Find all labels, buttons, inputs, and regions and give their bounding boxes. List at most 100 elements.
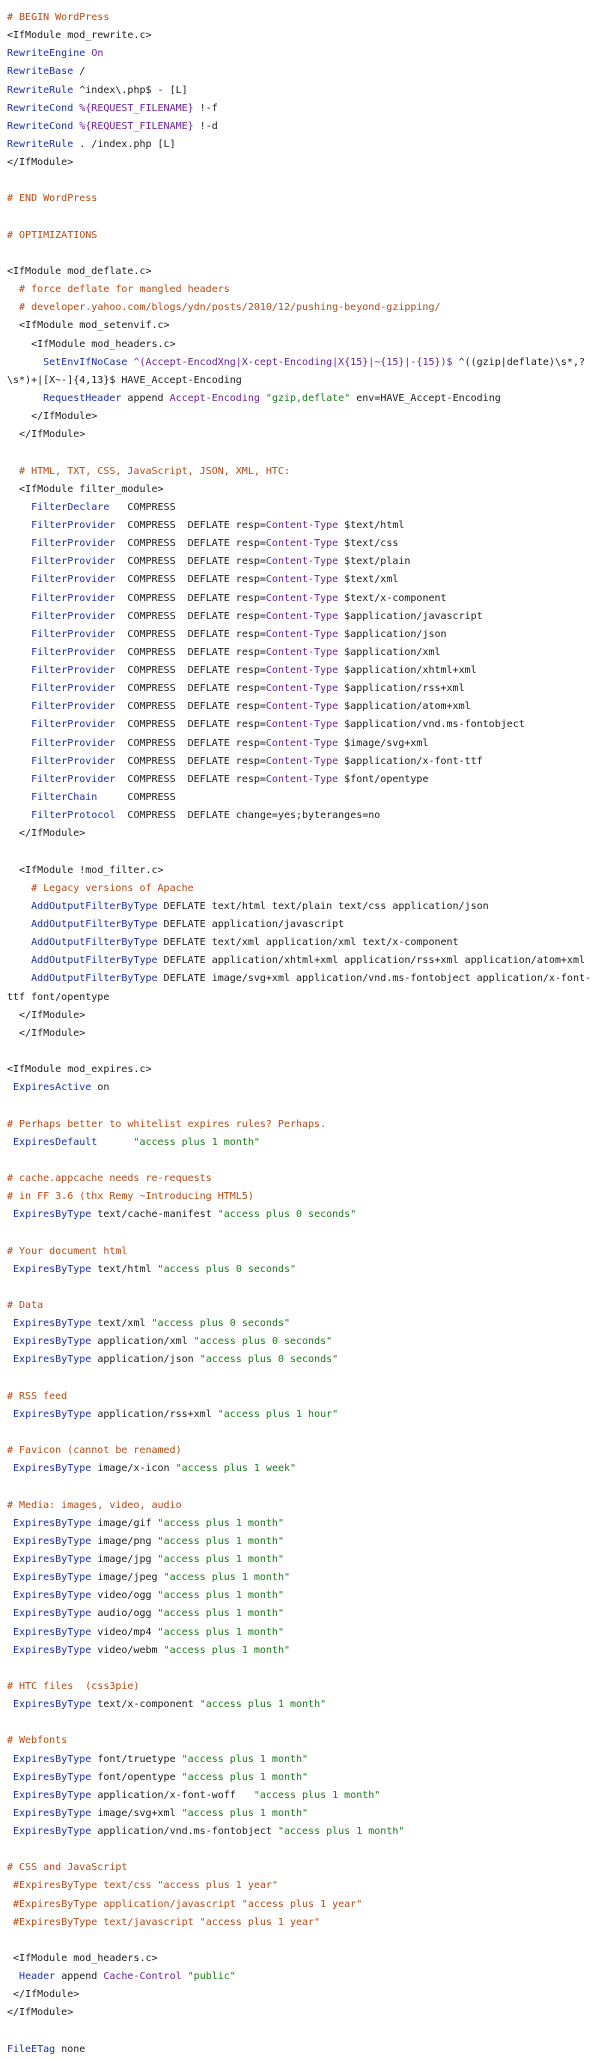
code-line: ExpiresByType image/png "access plus 1 m… — [7, 1533, 593, 1551]
text-token: application/json — [91, 1354, 200, 1366]
directive-token: AddOutputFilterByType — [31, 937, 158, 949]
text-token: COMPRESS DEFLATE resp= — [115, 556, 266, 568]
code-line: </IfModule> — [7, 426, 593, 444]
text-token: $application/atom+xml — [338, 701, 471, 713]
code-line: <IfModule mod_headers.c> — [7, 336, 593, 354]
directive-token: ExpiresByType — [13, 1807, 92, 1819]
string-token: "access plus 0 seconds" — [157, 1263, 297, 1275]
comment-token: # RSS feed — [7, 1390, 68, 1402]
code-line: # HTC files (css3pie) — [7, 1678, 593, 1696]
text-token: DEFLATE text/xml application/xml text/x-… — [157, 937, 459, 949]
string-token: "access plus 1 hour" — [217, 1408, 339, 1420]
code-line: ExpiresByType text/cache-manifest "acces… — [7, 1206, 593, 1224]
code-line: # Your document html — [7, 1243, 593, 1261]
text-token: application/rss+xml — [91, 1408, 218, 1420]
string-token: "access plus 0 seconds" — [199, 1354, 339, 1366]
string-token: "access plus 0 seconds" — [151, 1318, 291, 1330]
directive-token: AddOutputFilterByType — [31, 955, 158, 967]
text-token: $application/x-font-ttf — [338, 755, 483, 767]
code-line: SetEnvIfNoCase ^(Accept-EncodXng|X-cept-… — [7, 354, 593, 372]
directive-token: FilterProvider — [31, 737, 116, 749]
tag-token: <IfModule mod_expires.c> — [7, 1064, 152, 1076]
string-token: "gzip,deflate" — [265, 392, 351, 404]
text-token: \s*)+|[X~-]{4,13}$ HAVE_Accept-Encoding — [7, 374, 242, 386]
comment-token: #ExpiresByType text/javascript "access p… — [13, 1916, 321, 1928]
code-line: AddOutputFilterByType DEFLATE applicatio… — [7, 916, 593, 934]
string-token: "access plus 1 week" — [175, 1463, 297, 1475]
code-line: #ExpiresByType text/javascript "access p… — [7, 1914, 593, 1932]
directive-token: FilterProvider — [31, 755, 116, 767]
directive-token: ExpiresByType — [13, 1408, 92, 1420]
directive-token: FilterProvider — [31, 519, 116, 531]
variable-token: Content-Type — [265, 592, 339, 604]
text-token: video/ogg — [91, 1590, 158, 1602]
text-token: !-d — [193, 120, 218, 132]
string-token: "access plus 1 month" — [157, 1608, 284, 1620]
code-line: # Perhaps better to whitelist expires ru… — [7, 1116, 593, 1134]
text-token: ^((gzip|deflate)\s*,? — [452, 356, 585, 368]
text-token: $application/rss+xml — [338, 683, 465, 695]
code-line: <IfModule mod_rewrite.c> — [7, 27, 593, 45]
text-token: COMPRESS DEFLATE change=yes;byteranges=n… — [115, 810, 381, 822]
code-line: <IfModule mod_setenvif.c> — [7, 317, 593, 335]
text-token: application/xml — [91, 1336, 194, 1348]
code-line: RequestHeader append Accept-Encoding "gz… — [7, 390, 593, 408]
directive-token: ExpiresByType — [13, 1644, 92, 1656]
code-line: FilterProvider COMPRESS DEFLATE resp=Con… — [7, 608, 593, 626]
comment-token: # in FF 3.6 (thx Remy ~Introducing HTML5… — [7, 1191, 254, 1203]
variable-token: Content-Type — [265, 574, 339, 586]
tag-token: </IfModule> — [13, 1989, 80, 2001]
code-line: # cache.appcache needs re-requests — [7, 1170, 593, 1188]
text-token: none — [55, 2043, 86, 2055]
code-line: RewriteCond %{REQUEST_FILENAME} !-f — [7, 100, 593, 118]
directive-token: FilterProvider — [31, 574, 116, 586]
text-token: COMPRESS DEFLATE resp= — [115, 665, 266, 677]
code-line: # developer.yahoo.com/blogs/ydn/posts/20… — [7, 299, 593, 317]
code-line: </IfModule> — [7, 1007, 593, 1025]
comment-token: # Legacy versions of Apache — [31, 882, 194, 894]
directive-token: ExpiresByType — [13, 1626, 92, 1638]
text-token: video/webm — [91, 1644, 164, 1656]
code-line: # RSS feed — [7, 1388, 593, 1406]
code-line: RewriteRule . /index.php [L] — [7, 136, 593, 154]
code-line: # OPTIMIZATIONS — [7, 227, 593, 245]
variable-token: Content-Type — [265, 538, 339, 550]
tag-token: <IfModule filter_module> — [19, 483, 164, 495]
directive-token: RewriteCond — [7, 120, 74, 132]
text-token: COMPRESS — [109, 501, 176, 513]
text-token: font/truetype — [91, 1753, 182, 1765]
text-token: $text/plain — [338, 556, 411, 568]
comment-token: # Your document html — [7, 1245, 128, 1257]
variable-token: On — [91, 48, 104, 60]
code-line: RewriteBase / — [7, 63, 593, 81]
comment-token: # developer.yahoo.com/blogs/ydn/posts/20… — [19, 302, 441, 314]
text-token: text/x-component — [91, 1699, 200, 1711]
directive-token: ExpiresActive — [13, 1082, 92, 1094]
text-token: $application/vnd.ms-fontobject — [338, 719, 525, 731]
text-token: audio/ogg — [91, 1608, 158, 1620]
variable-token: Content-Type — [265, 519, 339, 531]
code-line: # force deflate for mangled headers — [7, 281, 593, 299]
text-token: / — [73, 66, 86, 78]
code-line: FilterProvider COMPRESS DEFLATE resp=Con… — [7, 680, 593, 698]
text-token: font/opentype — [91, 1771, 182, 1783]
directive-token: FilterDeclare — [31, 501, 110, 513]
code-line: #ExpiresByType text/css "access plus 1 y… — [7, 1877, 593, 1895]
code-line: FilterProvider COMPRESS DEFLATE resp=Con… — [7, 571, 593, 589]
string-token: "access plus 1 month" — [277, 1826, 405, 1838]
tag-token: <IfModule !mod_filter.c> — [19, 864, 164, 876]
string-token: "access plus 1 month" — [163, 1572, 290, 1584]
directive-token: FilterProvider — [31, 556, 116, 568]
directive-token: FilterProvider — [31, 701, 116, 713]
string-token: "access plus 1 month" — [157, 1590, 284, 1602]
code-line: FilterProvider COMPRESS DEFLATE resp=Con… — [7, 644, 593, 662]
